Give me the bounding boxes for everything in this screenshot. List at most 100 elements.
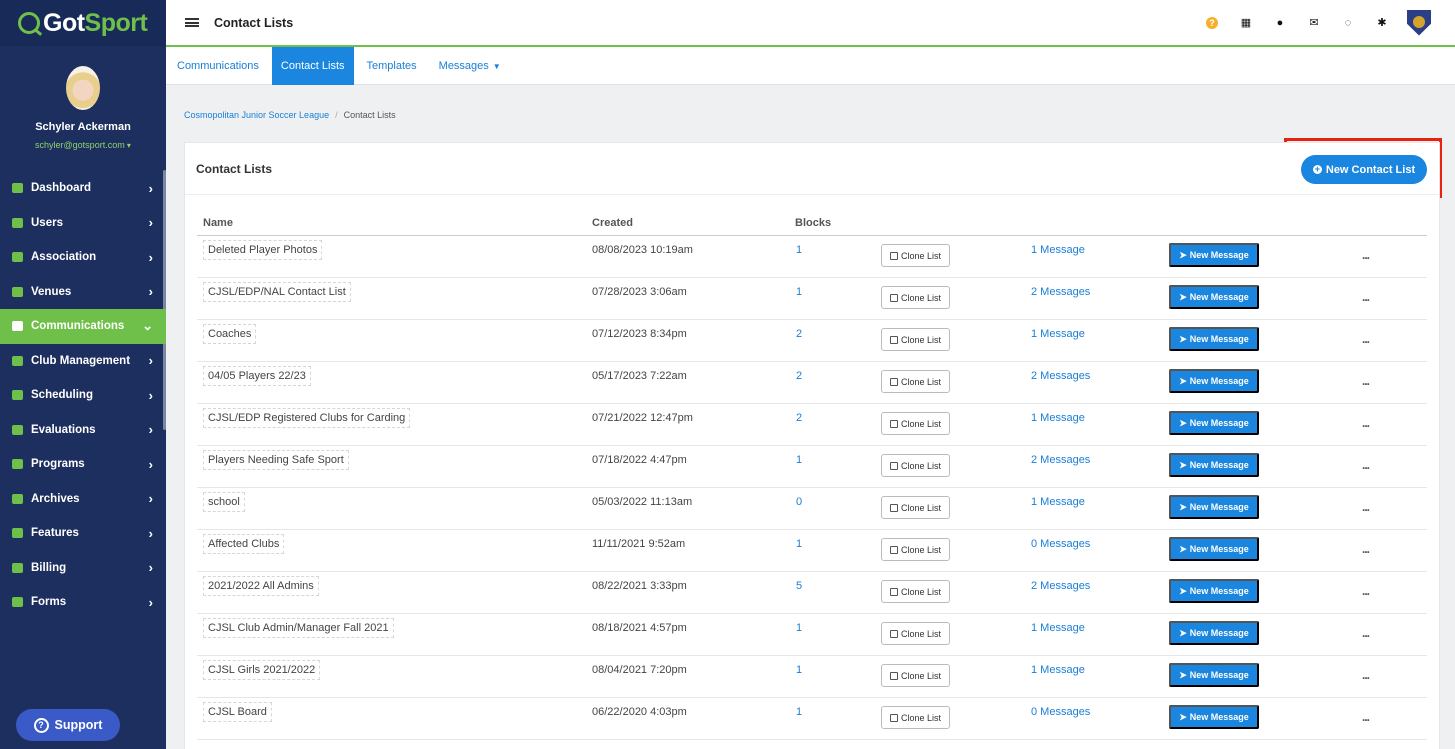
- more-options-icon[interactable]: ...: [1362, 584, 1370, 598]
- clone-list-button[interactable]: Clone List: [881, 622, 951, 645]
- menu-icon[interactable]: [185, 18, 199, 27]
- blocks-link[interactable]: 5: [796, 580, 802, 592]
- clone-list-button[interactable]: Clone List: [881, 496, 951, 519]
- blocks-link[interactable]: 0: [796, 496, 802, 508]
- tab-contact-lists[interactable]: Contact Lists: [271, 47, 354, 85]
- clone-list-button[interactable]: Clone List: [881, 706, 951, 729]
- more-options-icon[interactable]: ...: [1362, 374, 1370, 388]
- tab-communications[interactable]: Communications: [168, 47, 268, 85]
- new-message-button[interactable]: ➤ New Message: [1169, 537, 1259, 561]
- list-name[interactable]: CJSL Girls 2021/2022: [203, 660, 321, 680]
- support-button[interactable]: ? Support: [16, 709, 120, 741]
- list-name[interactable]: Players Needing Safe Sport: [203, 450, 349, 470]
- messages-link[interactable]: 1 Message: [1031, 622, 1085, 634]
- blocks-link[interactable]: 2: [796, 370, 802, 382]
- sidebar-item-club-management[interactable]: Club Management ›: [0, 344, 166, 379]
- avatar[interactable]: [66, 66, 100, 110]
- new-message-button[interactable]: ➤ New Message: [1169, 705, 1259, 729]
- clone-list-button[interactable]: Clone List: [881, 244, 951, 267]
- more-options-icon[interactable]: ...: [1362, 626, 1370, 640]
- messages-link[interactable]: 1 Message: [1031, 664, 1085, 676]
- sidebar-item-venues[interactable]: Venues ›: [0, 275, 166, 310]
- new-contact-list-button[interactable]: + New Contact List: [1301, 155, 1427, 184]
- mail-icon[interactable]: ✉: [1297, 16, 1331, 29]
- column-header-created[interactable]: Created: [592, 217, 633, 229]
- messages-link[interactable]: 1 Message: [1031, 244, 1085, 256]
- messages-link[interactable]: 1 Message: [1031, 328, 1085, 340]
- list-name[interactable]: CJSL/EDP Registered Clubs for Carding: [203, 408, 411, 428]
- new-message-button[interactable]: ➤ New Message: [1169, 411, 1259, 435]
- sidebar-item-evaluations[interactable]: Evaluations ›: [0, 413, 166, 448]
- blocks-link[interactable]: 1: [796, 622, 802, 634]
- clone-list-button[interactable]: Clone List: [881, 454, 951, 477]
- gear-icon[interactable]: ✱: [1365, 16, 1399, 29]
- list-name[interactable]: school: [203, 492, 245, 512]
- tab-templates[interactable]: Templates: [358, 47, 426, 85]
- list-name[interactable]: Affected Clubs: [203, 534, 285, 554]
- blocks-link[interactable]: 2: [796, 328, 802, 340]
- sidebar-item-association[interactable]: Association ›: [0, 240, 166, 275]
- sidebar-item-communications[interactable]: Communications ⌄: [0, 309, 166, 344]
- list-name[interactable]: CJSL Club Admin/Manager Fall 2021: [203, 618, 394, 638]
- messages-link[interactable]: 2 Messages: [1031, 580, 1090, 592]
- gotsport-logo[interactable]: GotSport: [0, 0, 166, 46]
- clone-list-button[interactable]: Clone List: [881, 370, 951, 393]
- new-message-button[interactable]: ➤ New Message: [1169, 495, 1259, 519]
- more-options-icon[interactable]: ...: [1362, 248, 1370, 262]
- messages-link[interactable]: 2 Messages: [1031, 454, 1090, 466]
- messages-link[interactable]: 0 Messages: [1031, 706, 1090, 718]
- sidebar-item-features[interactable]: Features ›: [0, 516, 166, 551]
- new-message-button[interactable]: ➤ New Message: [1169, 663, 1259, 687]
- tab-messages[interactable]: Messages ▼: [430, 47, 510, 85]
- messages-link[interactable]: 2 Messages: [1031, 370, 1090, 382]
- more-options-icon[interactable]: ...: [1362, 332, 1370, 346]
- clone-list-button[interactable]: Clone List: [881, 328, 951, 351]
- list-name[interactable]: Deleted Player Photos: [203, 240, 323, 260]
- messages-link[interactable]: 0 Messages: [1031, 538, 1090, 550]
- qr-code-icon[interactable]: ▦: [1229, 16, 1263, 29]
- column-header-blocks[interactable]: Blocks: [795, 217, 831, 229]
- blocks-link[interactable]: 2: [796, 412, 802, 424]
- messages-link[interactable]: 1 Message: [1031, 412, 1085, 424]
- sidebar-item-users[interactable]: Users ›: [0, 206, 166, 241]
- breadcrumb-league-link[interactable]: Cosmopolitan Junior Soccer League: [184, 110, 329, 120]
- new-message-button[interactable]: ➤ New Message: [1169, 453, 1259, 477]
- sidebar-item-programs[interactable]: Programs ›: [0, 447, 166, 482]
- sidebar-item-dashboard[interactable]: Dashboard ›: [0, 171, 166, 206]
- more-options-icon[interactable]: ...: [1362, 542, 1370, 556]
- clone-list-button[interactable]: Clone List: [881, 286, 951, 309]
- league-crest-icon[interactable]: [1407, 9, 1431, 36]
- new-message-button[interactable]: ➤ New Message: [1169, 579, 1259, 603]
- more-options-icon[interactable]: ...: [1362, 416, 1370, 430]
- more-options-icon[interactable]: ...: [1362, 458, 1370, 472]
- blocks-link[interactable]: 1: [796, 538, 802, 550]
- list-name[interactable]: Coaches: [203, 324, 257, 344]
- messages-link[interactable]: 1 Message: [1031, 496, 1085, 508]
- new-message-button[interactable]: ➤ New Message: [1169, 369, 1259, 393]
- sidebar-item-forms[interactable]: Forms ›: [0, 585, 166, 620]
- new-message-button[interactable]: ➤ New Message: [1169, 285, 1259, 309]
- more-options-icon[interactable]: ...: [1362, 710, 1370, 724]
- messages-link[interactable]: 2 Messages: [1031, 286, 1090, 298]
- blocks-link[interactable]: 1: [796, 244, 802, 256]
- sidebar-item-billing[interactable]: Billing ›: [0, 551, 166, 586]
- blocks-link[interactable]: 1: [796, 454, 802, 466]
- sidebar-item-scheduling[interactable]: Scheduling ›: [0, 378, 166, 413]
- sidebar-item-archives[interactable]: Archives ›: [0, 482, 166, 517]
- new-message-button[interactable]: ➤ New Message: [1169, 621, 1259, 645]
- more-options-icon[interactable]: ...: [1362, 500, 1370, 514]
- clone-list-button[interactable]: Clone List: [881, 664, 951, 687]
- list-name[interactable]: CJSL/EDP/NAL Contact List: [203, 282, 351, 302]
- user-icon[interactable]: ●: [1263, 17, 1297, 29]
- blocks-link[interactable]: 1: [796, 706, 802, 718]
- more-options-icon[interactable]: ...: [1362, 290, 1370, 304]
- list-name[interactable]: 2021/2022 All Admins: [203, 576, 319, 596]
- more-options-icon[interactable]: ...: [1362, 668, 1370, 682]
- list-name[interactable]: CJSL Board: [203, 702, 272, 722]
- clone-list-button[interactable]: Clone List: [881, 538, 951, 561]
- clone-list-button[interactable]: Clone List: [881, 412, 951, 435]
- user-email-dropdown[interactable]: schyler@gotsport.com: [0, 140, 166, 150]
- new-message-button[interactable]: ➤ New Message: [1169, 243, 1259, 267]
- list-name[interactable]: 04/05 Players 22/23: [203, 366, 311, 386]
- blocks-link[interactable]: 1: [796, 286, 802, 298]
